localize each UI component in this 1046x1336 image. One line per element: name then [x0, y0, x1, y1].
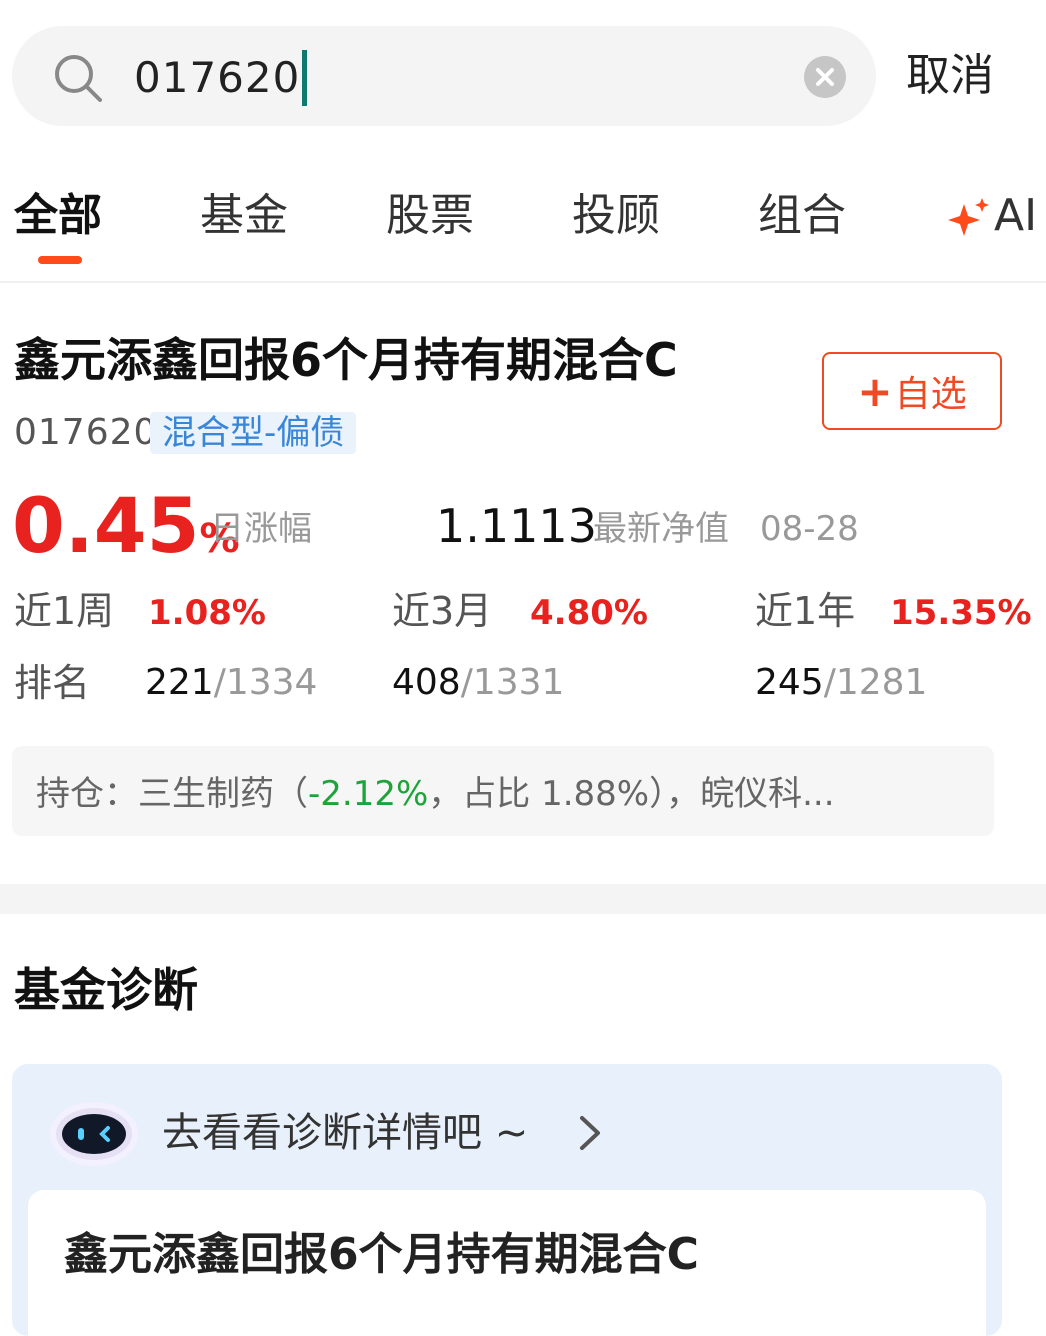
- daily-change-label: 日涨幅: [210, 509, 312, 549]
- diagnosis-detail-link[interactable]: 去看看诊断详情吧 ~: [162, 1108, 528, 1158]
- rank-3m-total: /1331: [460, 662, 565, 703]
- nav-date: 08-28: [760, 509, 859, 549]
- robot-avatar-icon: [50, 1102, 138, 1166]
- fund-code: 017620: [14, 412, 158, 453]
- tab-advisor[interactable]: 投顾: [572, 188, 660, 244]
- tab-fund[interactable]: 基金: [200, 188, 288, 244]
- tabs-divider: [0, 281, 1046, 283]
- rank-1w-total: /1334: [213, 662, 318, 703]
- diagnosis-section-title: 基金诊断: [14, 963, 198, 1017]
- nav-value: 1.1113: [436, 499, 597, 553]
- fund-name[interactable]: 鑫元添鑫回报6个月持有期混合C: [14, 330, 678, 390]
- holdings-change: -2.12%: [308, 774, 429, 814]
- rank-label: 排名: [14, 661, 91, 705]
- tab-ai-label: AI: [994, 190, 1038, 241]
- rank-3m: 408/1331: [392, 658, 564, 708]
- holdings-suffix: ，占比 1.88%），皖仪科...: [428, 774, 835, 814]
- tab-stock[interactable]: 股票: [386, 188, 474, 244]
- search-input-value: 017620: [134, 53, 301, 102]
- chevron-right-icon: [580, 1116, 600, 1150]
- plus-icon: +: [857, 366, 893, 416]
- holdings-prefix: 持仓：三生制药（: [36, 774, 308, 814]
- perf-label-3m: 近3月: [392, 589, 493, 633]
- tab-portfolio[interactable]: 组合: [758, 188, 846, 244]
- section-divider: [0, 884, 1046, 914]
- text-caret: [302, 50, 308, 106]
- rank-3m-position: 408: [392, 662, 461, 703]
- sparkle-icon: [948, 198, 989, 236]
- category-tabs: 全部 基金 股票 投顾 组合 AI: [0, 180, 1046, 282]
- daily-change-value: 0.45%: [12, 478, 240, 595]
- tab-active-indicator: [38, 256, 82, 264]
- perf-value-1w: 1.08%: [148, 593, 266, 633]
- add-watchlist-label: 自选: [894, 374, 967, 415]
- fund-type-tag: 混合型-偏债: [150, 412, 357, 454]
- search-icon: [55, 55, 102, 102]
- rank-1w: 221/1334: [145, 658, 317, 708]
- tab-all[interactable]: 全部: [14, 188, 102, 244]
- daily-change-number: 0.45: [12, 481, 200, 570]
- rank-1y-position: 245: [755, 662, 824, 703]
- perf-value-1y: 15.35%: [890, 593, 1032, 633]
- rank-1y-total: /1281: [823, 662, 928, 703]
- rank-1w-position: 221: [145, 662, 214, 703]
- search-header: 017620 取消: [0, 0, 1046, 150]
- add-watchlist-button[interactable]: + 自选: [822, 352, 1002, 430]
- cancel-button[interactable]: 取消: [906, 46, 994, 106]
- nav-label: 最新净值: [593, 509, 729, 549]
- rank-1y: 245/1281: [755, 658, 927, 708]
- holdings-text: 持仓：三生制药（-2.12%，占比 1.88%），皖仪科...: [36, 770, 835, 818]
- diagnosis-fund-name: 鑫元添鑫回报6个月持有期混合C: [64, 1229, 699, 1280]
- perf-label-1y: 近1年: [755, 589, 856, 633]
- perf-label-1w: 近1周: [14, 589, 115, 633]
- search-input[interactable]: 017620: [134, 48, 308, 108]
- clear-icon[interactable]: [804, 56, 846, 98]
- perf-value-3m: 4.80%: [530, 593, 648, 633]
- tab-ai[interactable]: AI: [946, 188, 1037, 244]
